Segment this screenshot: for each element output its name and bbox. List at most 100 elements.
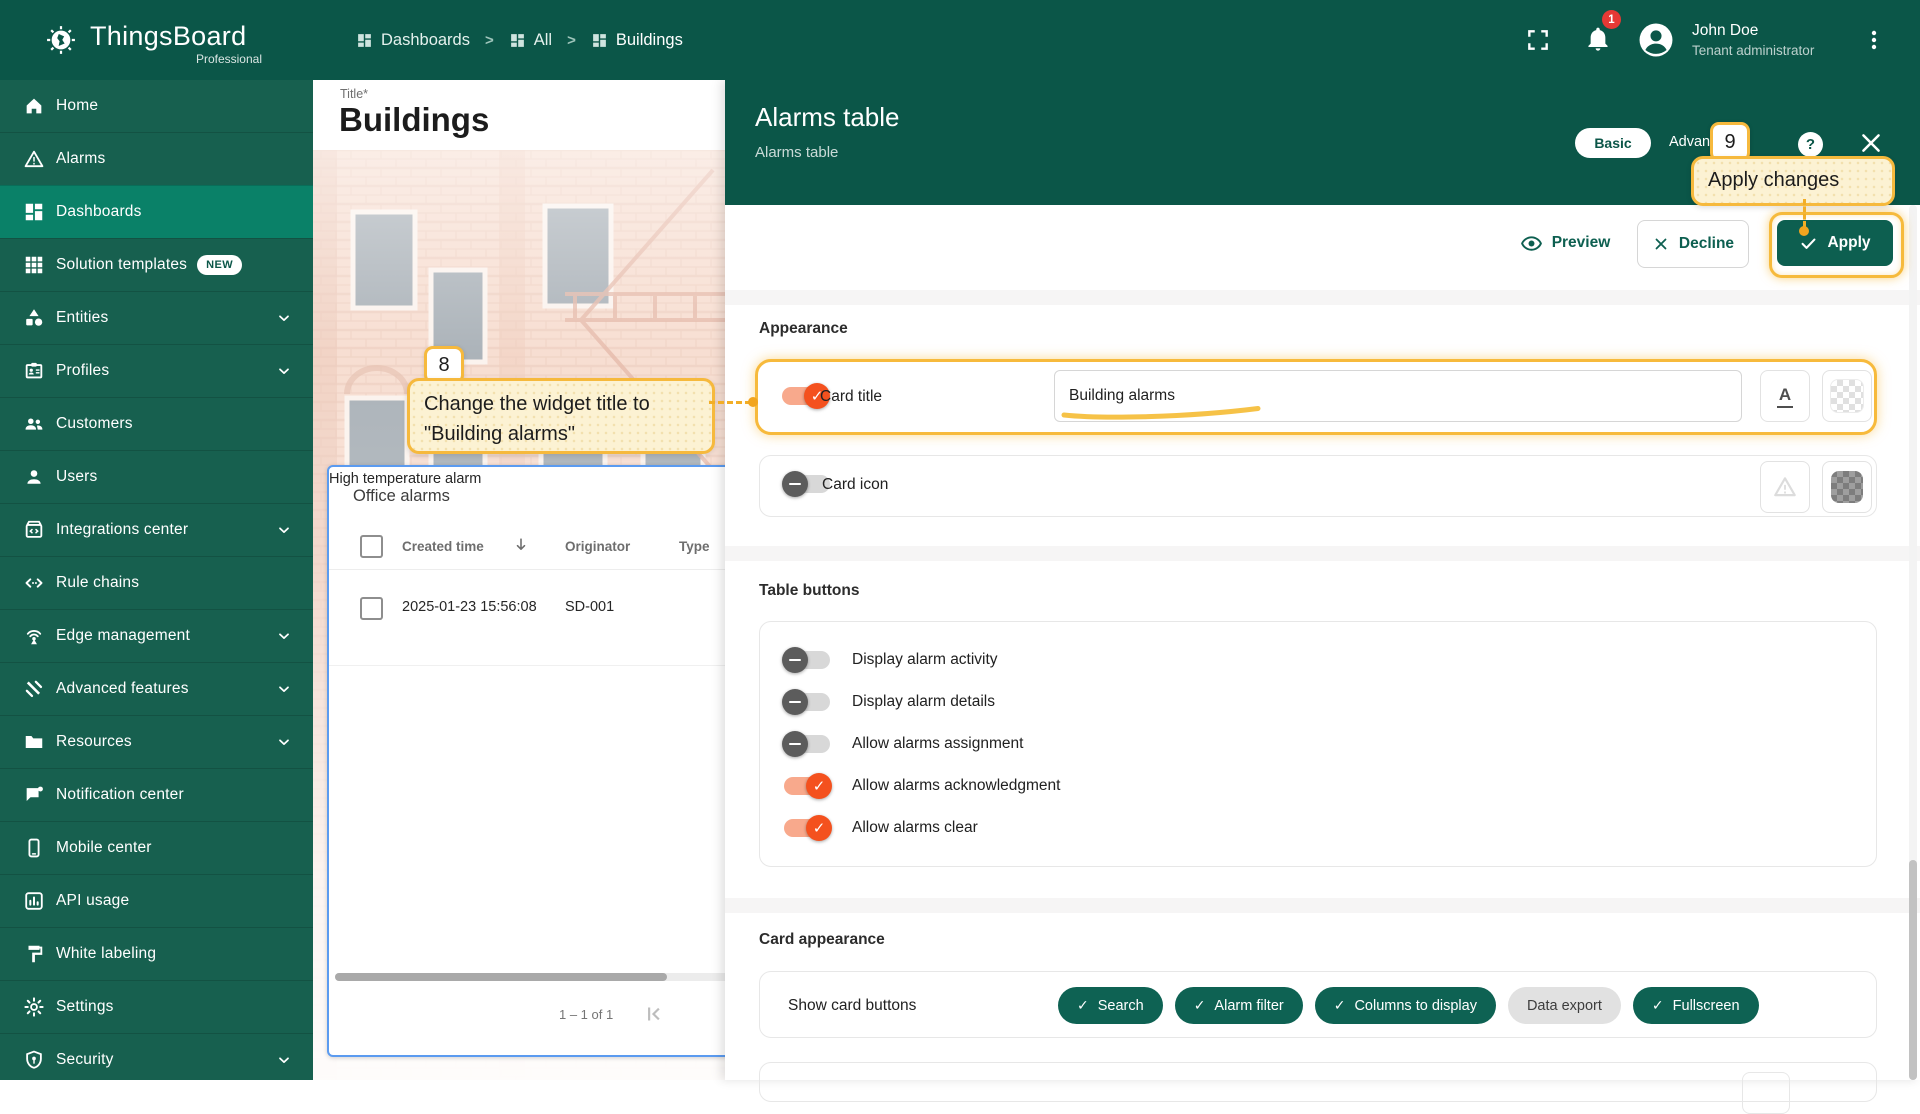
sidebar-item-mobile-center[interactable]: Mobile center [0,821,313,874]
sidebar-item-settings[interactable]: Settings [0,980,313,1033]
preview-button[interactable]: Preview [1513,220,1617,266]
help-icon[interactable]: ? [1798,132,1823,157]
dashboard-edit-dialog: Title* Buildings Leaflet | © OpenSt Offi… [313,80,725,1080]
chevron-down-icon [276,522,292,538]
select-all-checkbox[interactable] [360,535,383,558]
new-badge: NEW [197,255,242,275]
toggle-allow-alarms-acknowledgment[interactable]: ✓ [784,777,830,795]
title-color-button[interactable] [1822,370,1872,422]
dashboard-title-field[interactable]: Title* Buildings [313,80,725,150]
breadcrumb-item-dashboards[interactable]: Dashboards [356,31,470,50]
decline-button[interactable]: Decline [1637,220,1749,268]
sort-desc-icon[interactable] [511,535,531,555]
toggle-display-alarm-activity[interactable] [784,651,830,669]
breadcrumb-separator: > [485,32,494,49]
sidebar-item-advanced-features[interactable]: Advanced features [0,662,313,715]
tutorial-step-8-tooltip: Change the widget title to "Building ala… [407,378,715,454]
sidebar-item-alarms[interactable]: Alarms [0,132,313,185]
logo-subtitle: Professional [90,52,262,66]
sidebar-item-resources[interactable]: Resources [0,715,313,768]
fullscreen-icon[interactable] [1525,27,1551,53]
user-info[interactable]: John Doe Tenant administrator [1692,20,1857,60]
sidebar-item-api-usage[interactable]: API usage [0,874,313,927]
column-created-time[interactable]: Created time [402,539,484,554]
toggle-row-display-alarm-details: Display alarm details [784,681,1876,723]
show-card-buttons-row: Show card buttons ✓Search✓Alarm filter✓C… [759,971,1877,1038]
solution-templates-icon [23,254,45,276]
more-vert-icon[interactable] [1862,27,1886,53]
sidebar-item-label: Mobile center [56,839,152,857]
sidebar-item-home[interactable]: Home [0,80,313,132]
sidebar-item-label: Edge management [56,627,190,645]
thingsboard-logo-icon [42,21,80,59]
chevron-down-icon [276,1052,292,1068]
sidebar-item-profiles[interactable]: Profiles [0,344,313,397]
avatar[interactable] [1637,21,1675,59]
sidebar-item-label: Settings [56,998,114,1016]
card-title-input[interactable] [1054,370,1742,422]
sidebar-item-edge-management[interactable]: Edge management [0,609,313,662]
chip-alarm-filter[interactable]: ✓Alarm filter [1175,987,1303,1024]
widget-hscrollbar[interactable] [335,973,667,981]
sidebar-item-label: Solution templates [56,256,187,274]
icon-picker-button[interactable] [1760,461,1810,513]
sidebar-item-security[interactable]: Security [0,1033,313,1080]
alarms-widget-card[interactable]: Office alarms Created time Originator Ty… [327,465,725,1057]
toggle-row-display-alarm-activity: Display alarm activity [784,639,1876,681]
row-checkbox[interactable] [360,597,383,620]
sidebar-item-notification-center[interactable]: Notification center [0,768,313,821]
sidebar-item-integrations-center[interactable]: Integrations center [0,503,313,556]
sidebar-item-label: Advanced features [56,680,189,698]
dark-swatch [1831,471,1863,503]
next-setting-row-partial [759,1062,1877,1102]
sidebar-item-entities[interactable]: Entities [0,291,313,344]
breadcrumb-item-all[interactable]: All [509,31,552,50]
tab-basic[interactable]: Basic [1575,128,1651,158]
sidebar-item-users[interactable]: Users [0,450,313,503]
sidebar-item-dashboards[interactable]: Dashboards [0,185,313,238]
close-small-icon [1652,235,1670,253]
chip-data-export[interactable]: Data export [1508,987,1621,1024]
toggle-allow-alarms-clear[interactable]: ✓ [784,819,830,837]
sidebar-item-label: Entities [56,309,108,327]
section-appearance: Appearance [759,320,848,338]
chip-columns-to-display[interactable]: ✓Columns to display [1315,987,1496,1024]
first-page-icon[interactable] [641,1001,667,1027]
resources-icon [23,731,45,753]
toggle-label: Allow alarms acknowledgment [852,777,1060,795]
user-name: John Doe [1692,20,1857,41]
security-icon [23,1049,45,1071]
toggle-label: Display alarm details [852,693,995,711]
card-title-setting-row: ✓ Card title A [755,359,1877,435]
sidebar-item-label: Profiles [56,362,109,380]
api-usage-icon [23,890,45,912]
apply-button[interactable]: Apply [1777,220,1893,266]
rule-chains-icon [23,572,45,594]
title-font-button[interactable]: A [1760,370,1810,422]
column-originator[interactable]: Originator [565,539,630,554]
check-icon: ✓ [1194,997,1206,1014]
sidebar-item-label: API usage [56,892,129,910]
thingsboard-logo[interactable]: ThingsBoard Professional [42,21,262,66]
column-type[interactable]: Type [679,539,710,554]
toggle-display-alarm-details[interactable] [784,693,830,711]
home-icon [23,95,45,117]
toggle-allow-alarms-assignment[interactable] [784,735,830,753]
icon-color-button[interactable] [1822,461,1872,513]
chip-fullscreen[interactable]: ✓Fullscreen [1633,987,1759,1024]
panel-scrollbar[interactable] [1909,860,1917,1080]
widget-settings-panel: Alarms table Alarms table Basic Advanced… [725,80,1920,1080]
table-buttons-box: Display alarm activity Display alarm deta… [759,621,1877,867]
check-icon: ✓ [1077,997,1089,1014]
sidebar-item-white-labeling[interactable]: White labeling [0,927,313,980]
toggle-row-allow-alarms-assignment: Allow alarms assignment [784,723,1876,765]
sidebar-item-solution-templates[interactable]: Solution templates NEW [0,238,313,291]
chip-search[interactable]: ✓Search [1058,987,1163,1024]
sidebar-item-rule-chains[interactable]: Rule chains [0,556,313,609]
sidebar-item-customers[interactable]: Customers [0,397,313,450]
card-title-label: Card title [820,388,882,406]
chevron-down-icon [276,734,292,750]
toggle-label: Display alarm activity [852,651,998,669]
close-icon[interactable] [1858,130,1884,156]
chevron-down-icon [276,363,292,379]
